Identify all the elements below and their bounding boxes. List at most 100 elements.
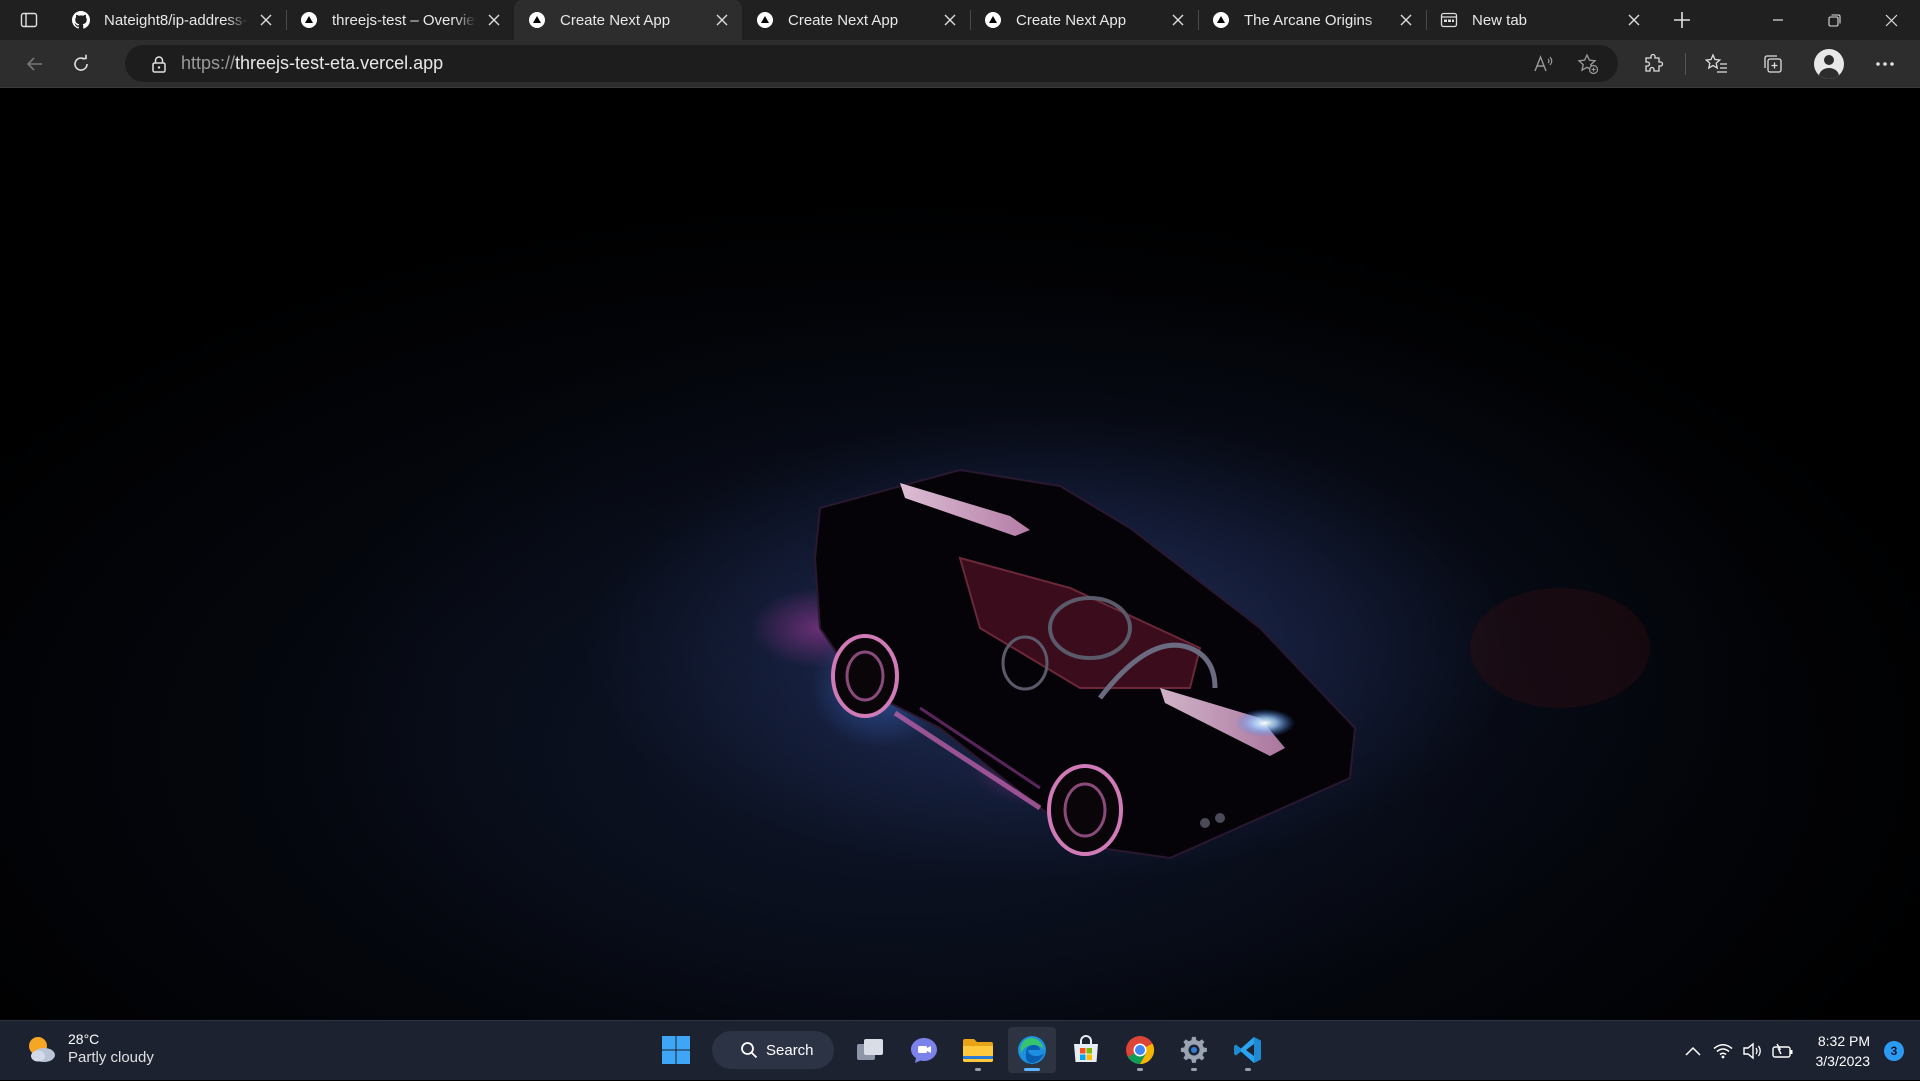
tab-github[interactable]: Nateight8/ip-address- xyxy=(58,0,286,40)
refresh-button[interactable] xyxy=(60,46,102,82)
lock-icon[interactable] xyxy=(147,55,171,73)
start-button[interactable] xyxy=(652,1027,700,1073)
battery-button[interactable] xyxy=(1768,1036,1798,1066)
minimize-icon xyxy=(1772,14,1784,26)
tab-title: threejs-test – Overview xyxy=(332,12,476,29)
clock[interactable]: 8:32 PM 3/3/2023 xyxy=(1816,1031,1871,1071)
address-bar-actions xyxy=(1526,45,1606,82)
back-button[interactable] xyxy=(14,46,56,82)
weather-widget[interactable]: 28°C Partly cloudy xyxy=(24,1030,154,1068)
new-tab-button[interactable] xyxy=(1662,0,1702,40)
minimize-button[interactable] xyxy=(1749,0,1806,40)
tab-create-next-app-active[interactable]: Create Next App xyxy=(514,0,742,40)
close-tab-icon[interactable] xyxy=(712,10,732,30)
taskbar: 28°C Partly cloudy Search xyxy=(0,1020,1920,1080)
avatar xyxy=(1814,49,1844,79)
chrome-button[interactable] xyxy=(1116,1027,1164,1073)
teams-chat-icon xyxy=(909,1036,939,1064)
url-text[interactable]: https://threejs-test-eta.vercel.app xyxy=(181,53,443,74)
car-render xyxy=(0,88,1920,1020)
vercel-icon xyxy=(300,11,318,29)
close-tab-icon[interactable] xyxy=(1168,10,1188,30)
clock-date: 3/3/2023 xyxy=(1816,1051,1871,1071)
tab-title: Nateight8/ip-address- xyxy=(104,12,248,29)
tab-actions-icon xyxy=(19,10,39,30)
puzzle-icon xyxy=(1643,53,1665,75)
running-indicator xyxy=(1245,1068,1251,1071)
vscode-button[interactable] xyxy=(1224,1027,1272,1073)
more-horizontal-icon xyxy=(1875,61,1895,67)
browser-toolbar: https://threejs-test-eta.vercel.app xyxy=(0,40,1920,88)
show-hidden-icons-button[interactable] xyxy=(1678,1036,1708,1066)
newtab-page-icon xyxy=(1440,11,1458,29)
vercel-icon xyxy=(756,11,774,29)
edge-icon xyxy=(1016,1034,1048,1066)
vercel-icon xyxy=(528,11,546,29)
tab-actions-button[interactable] xyxy=(0,0,58,40)
close-tab-icon[interactable] xyxy=(1396,10,1416,30)
star-add-icon xyxy=(1577,53,1599,75)
profile-button[interactable] xyxy=(1804,46,1854,82)
tab-create-next-app[interactable]: Create Next App xyxy=(742,0,970,40)
collections-icon xyxy=(1762,53,1784,75)
extensions-button[interactable] xyxy=(1629,46,1679,82)
microsoft-store-button[interactable] xyxy=(1062,1027,1110,1073)
search-label: Search xyxy=(766,1042,814,1059)
tab-create-next-app[interactable]: Create Next App xyxy=(970,0,1198,40)
collections-button[interactable] xyxy=(1748,46,1798,82)
back-arrow-icon xyxy=(25,54,45,74)
close-tab-icon[interactable] xyxy=(1624,10,1644,30)
toolbar-separator xyxy=(1685,53,1686,75)
weather-text: 28°C Partly cloudy xyxy=(68,1030,154,1068)
tab-title: Create Next App xyxy=(1016,12,1160,29)
address-bar[interactable]: https://threejs-test-eta.vercel.app xyxy=(125,45,1618,82)
chrome-icon xyxy=(1125,1035,1155,1065)
close-tab-icon[interactable] xyxy=(256,10,276,30)
battery-charging-icon xyxy=(1771,1042,1795,1060)
running-indicator xyxy=(975,1068,981,1071)
system-tray: 8:32 PM 3/3/2023 3 xyxy=(1678,1021,1920,1081)
tab-new-tab[interactable]: New tab xyxy=(1426,0,1654,40)
restore-button[interactable] xyxy=(1806,0,1863,40)
wifi-icon xyxy=(1713,1043,1733,1059)
file-explorer-button[interactable] xyxy=(954,1027,1002,1073)
add-favorite-button[interactable] xyxy=(1570,49,1606,79)
folder-icon xyxy=(962,1036,994,1064)
close-window-button[interactable] xyxy=(1863,0,1920,40)
tab-title: Create Next App xyxy=(788,12,932,29)
close-tab-icon[interactable] xyxy=(940,10,960,30)
volume-button[interactable] xyxy=(1738,1036,1768,1066)
notification-badge[interactable]: 3 xyxy=(1884,1041,1904,1061)
read-aloud-button[interactable] xyxy=(1526,49,1562,79)
settings-button[interactable] xyxy=(1170,1027,1218,1073)
windows-logo-icon xyxy=(661,1035,691,1065)
close-tab-icon[interactable] xyxy=(484,10,504,30)
taskbar-apps: Search xyxy=(652,1027,1272,1073)
chevron-up-icon xyxy=(1685,1046,1701,1056)
close-icon xyxy=(1885,14,1898,27)
favorites-list-icon xyxy=(1705,53,1729,75)
speaker-icon xyxy=(1742,1042,1764,1060)
taskbar-search-button[interactable]: Search xyxy=(712,1031,834,1069)
url-host: threejs-test-eta.vercel.app xyxy=(235,53,443,73)
partly-cloudy-icon xyxy=(24,1032,58,1066)
edge-button[interactable] xyxy=(1008,1027,1056,1073)
clock-time: 8:32 PM xyxy=(1816,1031,1871,1051)
wifi-button[interactable] xyxy=(1708,1036,1738,1066)
tab-vercel-overview[interactable]: threejs-test – Overview xyxy=(286,0,514,40)
search-icon xyxy=(740,1041,758,1059)
settings-and-more-button[interactable] xyxy=(1860,46,1910,82)
threejs-canvas[interactable] xyxy=(0,88,1920,1020)
vscode-icon xyxy=(1233,1035,1263,1065)
plus-icon xyxy=(1673,11,1691,29)
vercel-icon xyxy=(1212,11,1230,29)
restore-icon xyxy=(1828,14,1841,27)
active-indicator xyxy=(1024,1068,1040,1071)
refresh-icon xyxy=(71,54,91,74)
weather-temperature: 28°C xyxy=(68,1030,154,1048)
tab-arcane-origins[interactable]: The Arcane Origins xyxy=(1198,0,1426,40)
task-view-button[interactable] xyxy=(846,1027,894,1073)
gear-icon xyxy=(1179,1035,1209,1065)
teams-chat-button[interactable] xyxy=(900,1027,948,1073)
favorites-button[interactable] xyxy=(1692,46,1742,82)
